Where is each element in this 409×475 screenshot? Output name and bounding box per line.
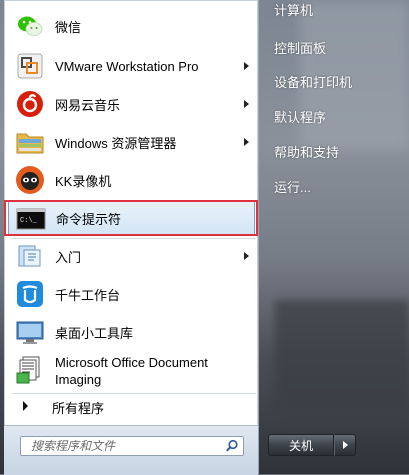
gadgets-icon (14, 317, 46, 347)
vmware-icon (14, 51, 46, 81)
start-menu-programs-panel: 微信 VMware Workstation Pro 网易云音乐 Windows … (4, 0, 259, 475)
program-label: 入门 (55, 249, 82, 265)
program-item-office-document-imaging[interactable]: Microsoft Office Document Imaging (8, 352, 255, 390)
netease-music-icon (14, 89, 46, 119)
file-explorer-icon (14, 127, 46, 157)
program-item-getting-started[interactable]: 入门 (8, 238, 255, 274)
submenu-arrow-icon (244, 100, 249, 108)
wechat-icon (14, 11, 46, 41)
all-programs-label: 所有程序 (52, 401, 105, 416)
program-label-line1: Microsoft Office Document (55, 355, 208, 370)
program-label: Microsoft Office Document Imaging (55, 354, 208, 388)
link-help-support[interactable]: 帮助和支持 (274, 142, 339, 161)
command-prompt-icon: C:\_ (15, 204, 47, 234)
program-label: 桌面小工具库 (55, 325, 134, 341)
submenu-arrow-icon (244, 138, 249, 146)
link-devices-printers[interactable]: 设备和打印机 (274, 72, 352, 91)
shutdown-button[interactable]: 关机 (268, 434, 334, 456)
program-label-line2: Imaging (55, 372, 102, 387)
all-programs-arrow-icon (23, 401, 28, 411)
program-item-desktop-gadgets[interactable]: 桌面小工具库 (8, 314, 255, 350)
menu-divider (12, 393, 256, 394)
all-programs-button[interactable]: 所有程序 (8, 395, 255, 417)
getting-started-icon (14, 241, 46, 271)
kk-recorder-icon (14, 165, 46, 195)
shutdown-options-button[interactable] (334, 434, 356, 456)
submenu-arrow-icon (244, 252, 249, 260)
program-label: KK录像机 (55, 173, 112, 189)
program-label: 网易云音乐 (55, 97, 121, 113)
search-box[interactable] (20, 436, 244, 456)
submenu-arrow-icon (244, 62, 249, 70)
office-imaging-icon (14, 355, 46, 385)
program-item-netease-music[interactable]: 网易云音乐 (8, 86, 255, 122)
program-item-qianniu[interactable]: 千牛工作台 (8, 276, 255, 312)
program-label: 命令提示符 (56, 211, 122, 227)
program-label: Windows 资源管理器 (55, 135, 177, 151)
search-icon[interactable] (225, 439, 239, 453)
link-control-panel[interactable]: 控制面板 (274, 38, 326, 57)
link-default-programs[interactable]: 默认程序 (274, 107, 326, 126)
program-label: VMware Workstation Pro (55, 58, 199, 74)
program-item-vmware[interactable]: VMware Workstation Pro (8, 48, 255, 84)
program-item-wechat[interactable]: 微信 (8, 8, 255, 44)
search-input[interactable] (31, 438, 211, 454)
chevron-right-icon (343, 441, 348, 449)
program-item-windows-explorer[interactable]: Windows 资源管理器 (8, 124, 255, 160)
link-run[interactable]: 运行... (274, 177, 311, 196)
svg-text:C:\_: C:\_ (20, 217, 38, 225)
start-menu-right-pane: 计算机 控制面板 设备和打印机 默认程序 帮助和支持 运行... (262, 0, 409, 474)
program-label: 微信 (55, 19, 82, 35)
program-item-kk-recorder[interactable]: KK录像机 (8, 162, 255, 198)
program-item-command-prompt[interactable]: C:\_ 命令提示符 (8, 200, 255, 236)
shutdown-label: 关机 (288, 438, 313, 453)
search-area (4, 425, 258, 475)
qianniu-icon (14, 279, 46, 309)
link-computer[interactable]: 计算机 (274, 0, 313, 19)
program-label: 千牛工作台 (55, 287, 121, 303)
